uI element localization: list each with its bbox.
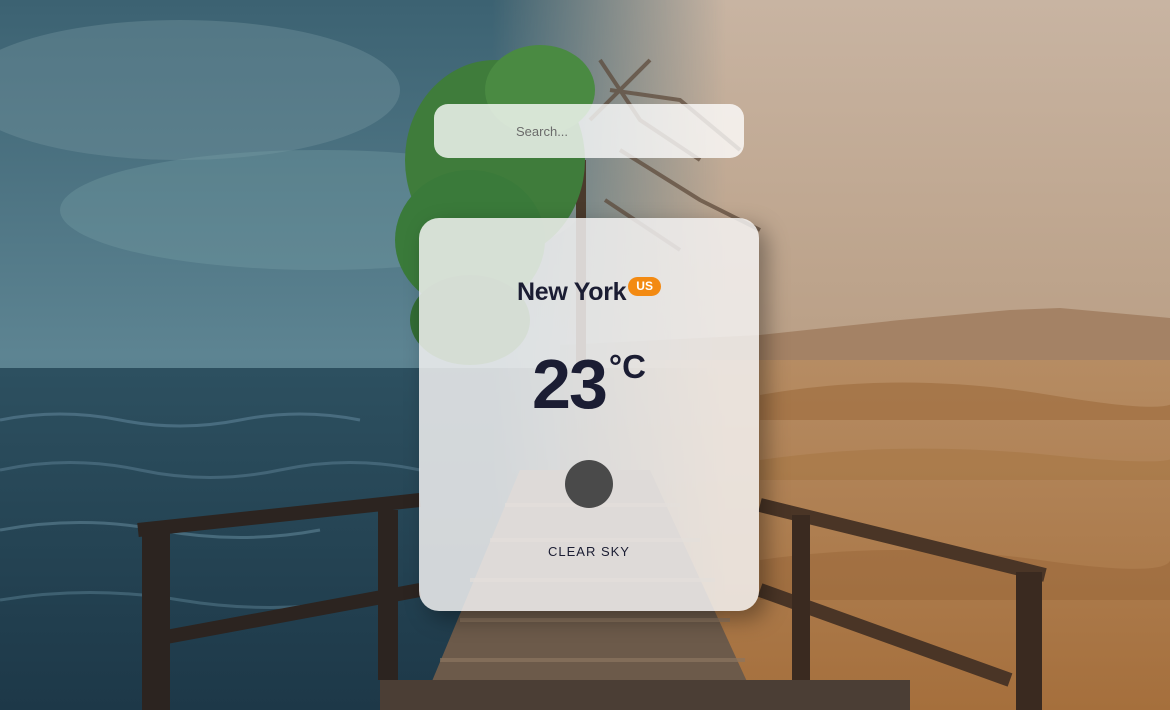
search-bar[interactable] <box>434 104 744 158</box>
weather-icon <box>565 460 613 508</box>
temperature-value: 23 <box>532 345 608 423</box>
weather-app: New YorkUS 23°C CLEAR SKY <box>0 0 1170 710</box>
city-row: New York US <box>419 277 759 307</box>
weather-description: CLEAR SKY <box>548 544 630 559</box>
country-badge: US <box>628 277 661 296</box>
city-name: New York <box>517 278 627 306</box>
weather-card: New York US 23°C CLEAR SKY <box>419 218 759 611</box>
temperature: 23°C <box>419 346 759 422</box>
search-input[interactable] <box>434 104 744 158</box>
temperature-unit: °C <box>608 348 646 385</box>
